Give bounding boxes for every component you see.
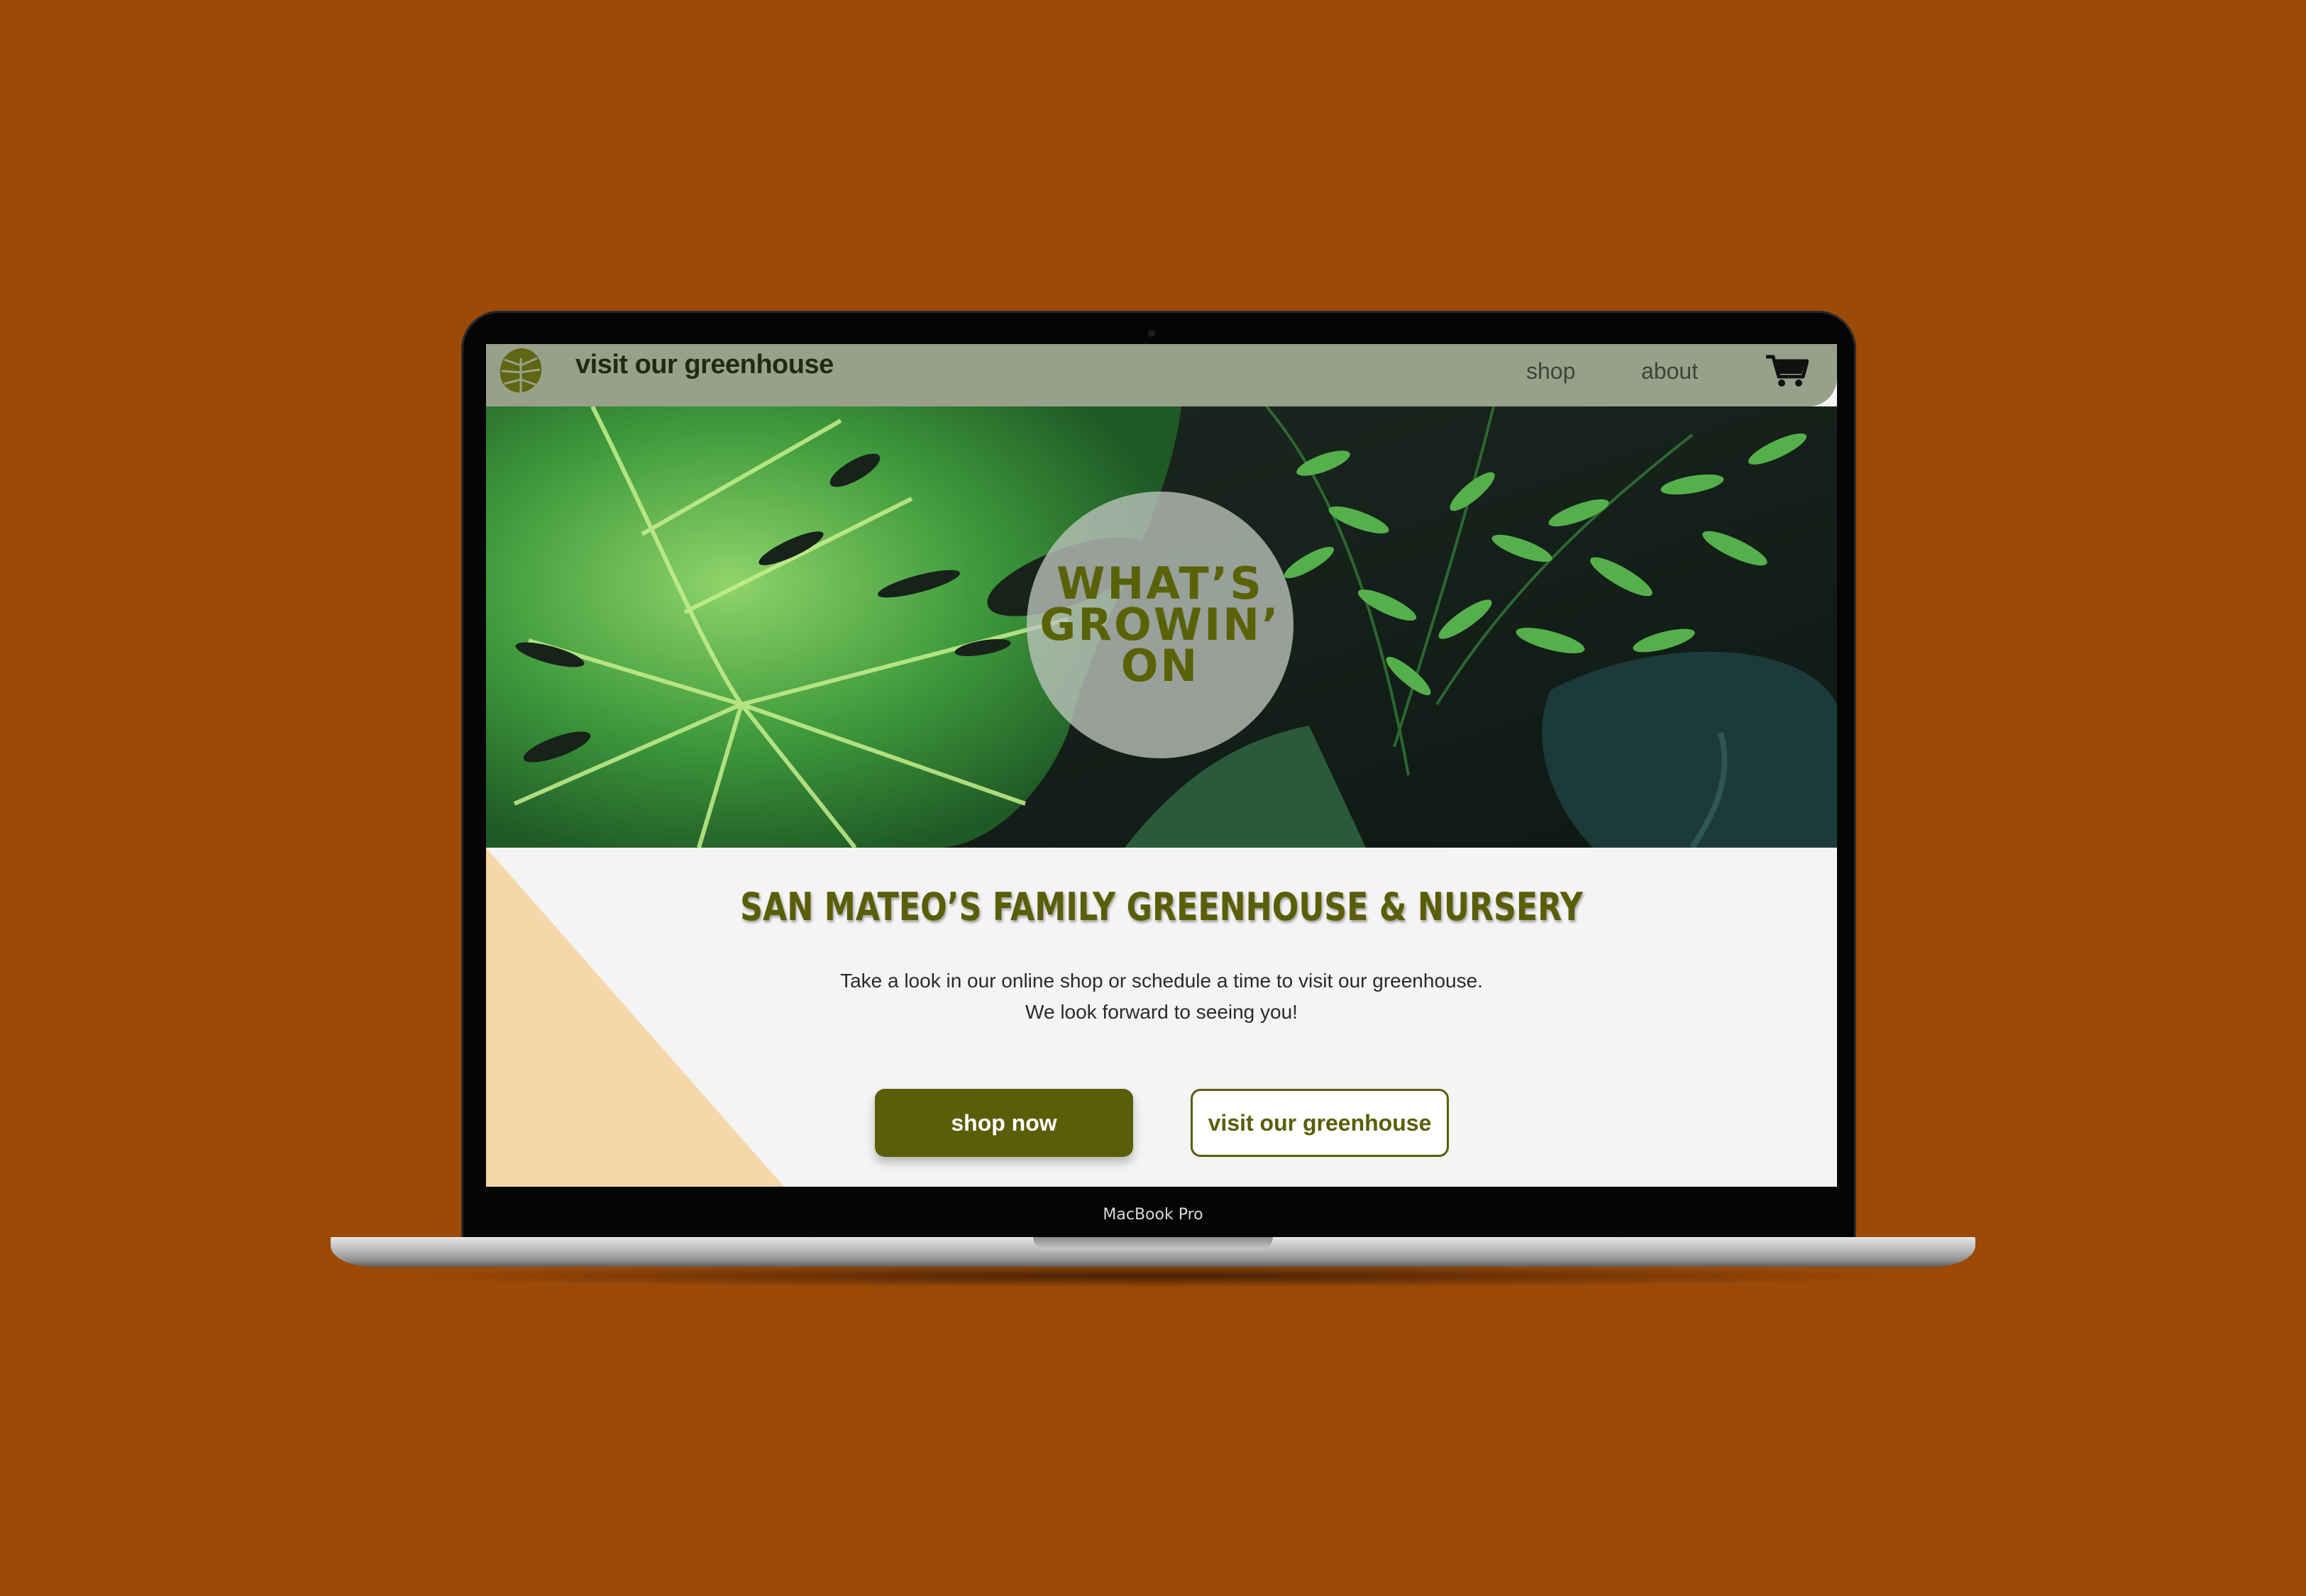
intro-section: SAN MATEO’S FAMILY GREENHOUSE & NURSERY … bbox=[486, 848, 1837, 1187]
visit-greenhouse-button[interactable]: visit our greenhouse bbox=[1191, 1089, 1449, 1157]
website-screen: visit our greenhouse shop about WHAT’S G… bbox=[486, 344, 1837, 1187]
badge-line-3: ON bbox=[1120, 640, 1200, 692]
intro-text-line-2: We look forward to seeing you! bbox=[1025, 1001, 1298, 1023]
laptop-notch bbox=[1033, 1237, 1273, 1250]
brand-title[interactable]: visit our greenhouse bbox=[575, 350, 834, 380]
page-headline: SAN MATEO’S FAMILY GREENHOUSE & NURSERY bbox=[740, 885, 1583, 929]
nav-link-shop[interactable]: shop bbox=[1526, 358, 1575, 384]
nav-link-about[interactable]: about bbox=[1641, 358, 1698, 384]
camera-icon bbox=[1148, 330, 1155, 337]
navbar: visit our greenhouse shop about bbox=[486, 344, 1837, 406]
intro-text-line-1: Take a look in our online shop or schedu… bbox=[840, 970, 1483, 992]
shop-now-button[interactable]: shop now bbox=[875, 1089, 1133, 1157]
device-label: MacBook Pro bbox=[1103, 1206, 1203, 1224]
cart-icon[interactable] bbox=[1765, 353, 1809, 388]
hero-badge: WHAT’S GROWIN’ ON bbox=[1027, 492, 1293, 758]
hero-image: WHAT’S GROWIN’ ON bbox=[486, 406, 1837, 848]
monstera-leaf-icon[interactable] bbox=[495, 344, 547, 397]
laptop-shadow bbox=[369, 1264, 1937, 1288]
